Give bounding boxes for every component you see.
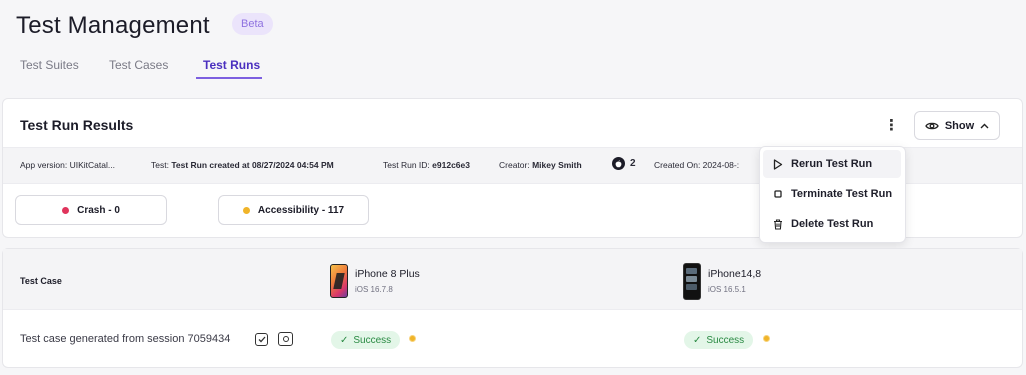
crash-filter-button[interactable]: Crash - 0: [15, 195, 167, 225]
eye-icon: [925, 122, 939, 129]
show-button[interactable]: Show: [914, 111, 1000, 140]
page-title: Test Management: [16, 12, 210, 39]
menu-item-terminate[interactable]: Terminate Test Run: [763, 180, 901, 208]
check-icon: ✓: [693, 334, 702, 346]
check-icon: ✓: [340, 334, 349, 346]
accessibility-dot-icon: [242, 206, 250, 214]
created-on: Created On: 2024-08-:: [654, 160, 740, 170]
menu-item-rerun-label: Rerun Test Run: [791, 158, 873, 170]
creator-value: Mikey Smith: [532, 160, 582, 170]
status-label-2: Success: [706, 334, 745, 346]
accessibility-filter-label: Accessibility - 117: [257, 204, 345, 216]
app-version: App version: UIKitCatal...: [20, 160, 115, 170]
iphone-8-plus-thumbnail: [330, 264, 348, 298]
camera-icon[interactable]: [278, 332, 293, 346]
iphone-14-thumbnail: [683, 263, 701, 300]
column-header-test-case: Test Case: [20, 276, 62, 286]
crash-dot-icon: [62, 206, 70, 214]
crash-filter-label: Crash - 0: [77, 204, 120, 216]
test-value: Test Run created at 08/27/2024 04:54 PM: [171, 160, 334, 170]
menu-item-rerun[interactable]: Rerun Test Run: [763, 150, 901, 178]
accessibility-filter-button[interactable]: Accessibility - 117: [218, 195, 369, 225]
play-icon: [773, 158, 783, 170]
apple-count: 2: [630, 158, 636, 169]
run-id-prefix: Test Run ID:: [383, 160, 430, 170]
device-os-1: iOS 16.7.8: [355, 285, 393, 294]
menu-item-delete-label: Delete Test Run: [791, 218, 874, 230]
apple-icon: [612, 157, 625, 170]
run-id: Test Run ID: e912c6e3: [383, 160, 470, 170]
tab-test-cases[interactable]: Test Cases: [109, 58, 168, 72]
show-label: Show: [944, 119, 975, 132]
status-label-1: Success: [353, 334, 392, 346]
table-header: [3, 249, 1022, 310]
card-title: Test Run Results: [20, 117, 134, 133]
test-prefix: Test:: [151, 160, 169, 170]
status-badge-device-2: ✓ Success: [684, 331, 754, 349]
run-id-value: e912c6e3: [432, 160, 470, 170]
tab-test-runs[interactable]: Test Runs: [203, 58, 260, 72]
device-name-1: iPhone 8 Plus: [355, 268, 420, 280]
test-case-name[interactable]: Test case generated from session 7059434: [20, 333, 230, 345]
active-tab-indicator: [196, 77, 262, 79]
more-options-icon[interactable]: ⋮: [884, 118, 899, 134]
apple-device-count: 2: [612, 157, 636, 170]
chevron-up-icon: [980, 123, 989, 128]
menu-item-delete[interactable]: Delete Test Run: [763, 210, 901, 238]
creator: Creator: Mikey Smith: [499, 160, 582, 170]
warning-dot-icon[interactable]: [763, 335, 770, 342]
warning-dot-icon[interactable]: [409, 335, 416, 342]
status-badge-device-1: ✓ Success: [331, 331, 401, 349]
device-name-2: iPhone14,8: [708, 268, 762, 280]
trash-icon: [774, 218, 782, 230]
stop-icon: [774, 190, 782, 198]
device-os-2: iOS 16.5.1: [708, 285, 746, 294]
tab-test-suites[interactable]: Test Suites: [20, 58, 79, 72]
test-name: Test: Test Run created at 08/27/2024 04:…: [151, 160, 334, 170]
checkbox-icon[interactable]: [255, 333, 268, 346]
creator-prefix: Creator:: [499, 160, 530, 170]
beta-badge: Beta: [232, 13, 273, 35]
menu-item-terminate-label: Terminate Test Run: [791, 188, 893, 200]
